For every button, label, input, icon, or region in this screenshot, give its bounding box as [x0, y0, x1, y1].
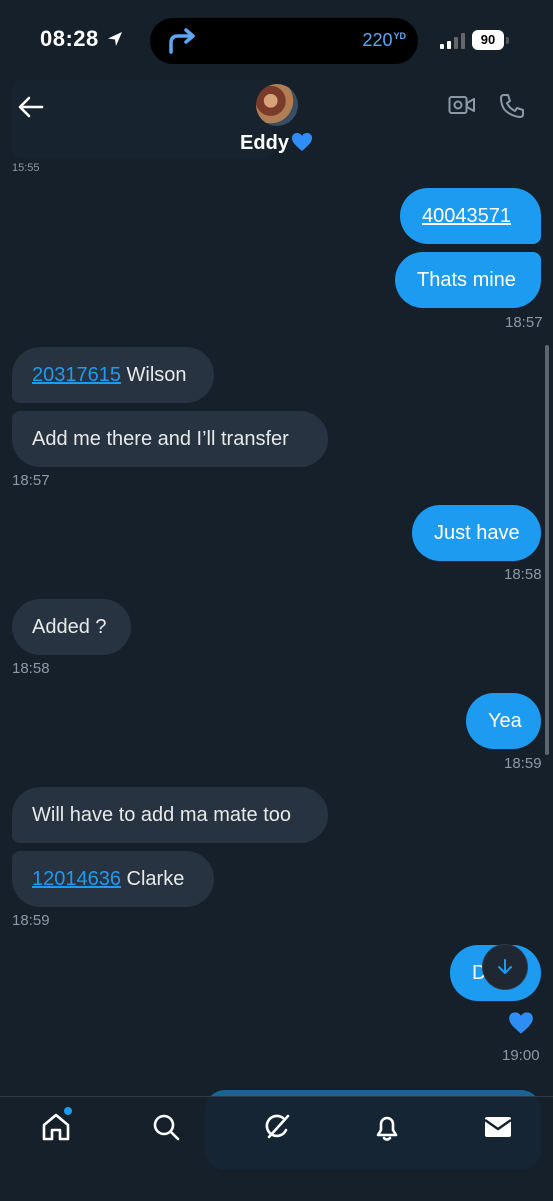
blue-heart-icon [509, 1012, 533, 1034]
message-received[interactable]: Will have to add ma mate too [12, 787, 328, 843]
dynamic-island: 220YD [150, 18, 418, 64]
message-timestamp: 18:58 [12, 660, 50, 677]
message-sent[interactable]: Thats mine [395, 252, 541, 308]
bottom-nav [0, 1096, 553, 1201]
phone-icon[interactable] [498, 92, 526, 120]
scroll-to-bottom-button[interactable] [483, 945, 527, 989]
search-icon[interactable] [150, 1111, 182, 1143]
message-timestamp: 18:59 [504, 755, 542, 772]
status-time: 08:28 [40, 26, 99, 51]
message-timestamp: 19:00 [502, 1047, 540, 1064]
message-timestamp: 18:58 [504, 566, 542, 583]
status-bar: 08:28 220YD 90 [0, 0, 553, 72]
message-timestamp: 18:57 [505, 314, 543, 331]
message-timestamp: 18:57 [12, 472, 50, 489]
signal-icon [440, 33, 465, 49]
message-received[interactable]: Add me there and I’ll transfer [12, 411, 328, 467]
battery-icon: 90 [472, 30, 504, 50]
scrollbar[interactable] [545, 345, 549, 755]
turn-arrow-icon [169, 28, 195, 54]
account-number-link[interactable]: 20317615 [32, 364, 121, 386]
contact-name[interactable]: Eddy [0, 132, 553, 155]
back-arrow-icon[interactable] [16, 92, 46, 122]
previous-timestamp: 15:55 [12, 162, 40, 174]
battery-tip [506, 37, 509, 44]
bell-icon[interactable] [371, 1111, 403, 1143]
message-received[interactable]: 20317615 Wilson [12, 347, 214, 403]
notification-dot [62, 1105, 74, 1117]
location-arrow-icon [108, 32, 122, 46]
message-timestamp: 18:59 [12, 912, 50, 929]
account-number-link[interactable]: 12014636 [32, 868, 121, 890]
account-number-link[interactable]: 40043571 [422, 205, 511, 227]
message-sent[interactable]: Yea [466, 693, 541, 749]
scroll-down-icon [498, 959, 512, 974]
message-received[interactable]: Added ? [12, 599, 131, 655]
video-call-icon[interactable] [448, 94, 476, 116]
blue-heart-icon [291, 133, 312, 151]
mail-icon[interactable] [482, 1111, 514, 1143]
conversation-header: Eddy [0, 72, 553, 168]
message-sent[interactable]: Just have [412, 505, 541, 561]
grok-icon[interactable] [261, 1111, 293, 1143]
message-received[interactable]: 12014636 Clarke [12, 851, 214, 907]
yardage-readout: 220YD [362, 30, 406, 50]
avatar[interactable] [256, 84, 298, 126]
message-sent[interactable]: 40043571 [400, 188, 541, 244]
